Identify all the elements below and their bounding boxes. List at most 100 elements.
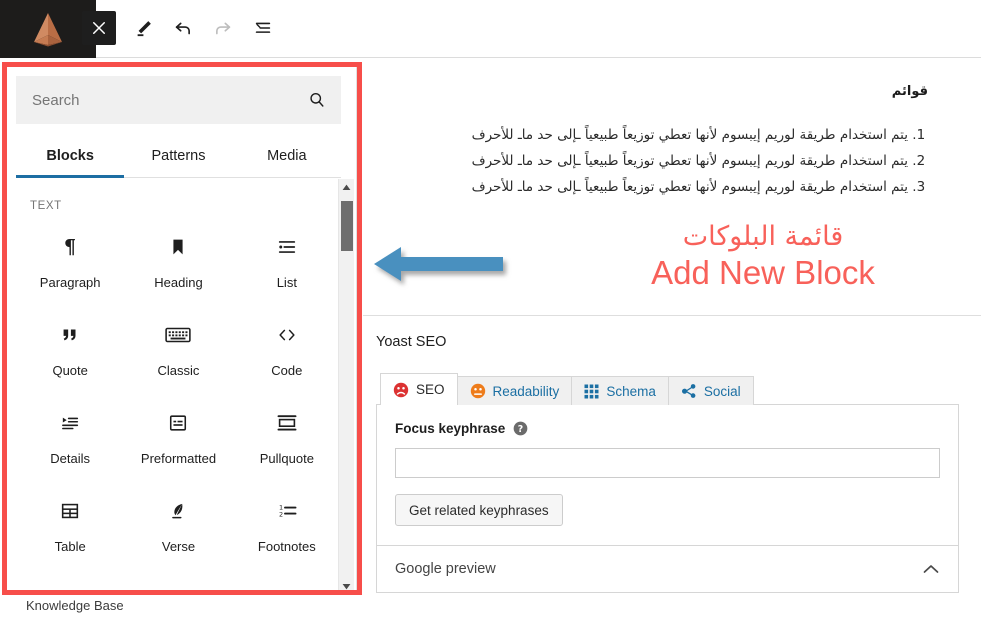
yoast-tab-label: Social <box>703 383 741 399</box>
search-input[interactable] <box>30 90 307 110</box>
yoast-tab-bar: SEO Readability Schema Social <box>380 373 959 405</box>
help-question-icon[interactable]: ? <box>513 421 528 436</box>
yoast-tab-seo[interactable]: SEO <box>380 373 458 405</box>
list-icon <box>275 232 299 262</box>
block-item-preformatted[interactable]: Preformatted <box>124 398 232 474</box>
block-label: Verse <box>161 539 196 554</box>
block-label: Paragraph <box>39 275 101 290</box>
post-heading: قوائم <box>891 84 928 99</box>
redo-icon <box>216 22 231 35</box>
yoast-tab-label: Readability <box>492 383 560 399</box>
readability-face-ok-icon <box>470 383 486 399</box>
edit-tool-button[interactable] <box>124 9 162 47</box>
block-label: Footnotes <box>257 539 316 554</box>
scroll-down-arrow-icon[interactable] <box>339 578 354 590</box>
block-label: Preformatted <box>140 451 217 466</box>
block-item-heading[interactable]: Heading <box>124 222 232 298</box>
paragraph-icon: ¶ <box>59 232 81 262</box>
block-label: Classic <box>157 363 200 378</box>
block-item-paragraph[interactable]: ¶ Paragraph <box>16 222 124 298</box>
block-search-field[interactable] <box>16 76 341 124</box>
scroll-up-arrow-icon[interactable] <box>339 179 354 195</box>
google-preview-accordion[interactable]: Google preview <box>376 546 959 593</box>
inserter-scrollbar[interactable] <box>338 179 354 590</box>
table-icon <box>59 496 81 526</box>
list-view-icon <box>255 22 271 33</box>
block-label: Code <box>271 363 303 378</box>
preformatted-icon <box>167 408 189 438</box>
pullquote-icon <box>275 408 299 438</box>
quote-icon <box>59 320 81 350</box>
annotation-english-text: Add New Block <box>651 254 875 292</box>
block-item-classic[interactable]: Classic <box>124 310 232 386</box>
content-area: قوائم يتم استخدام طريقة لوريم إيبسوم لأن… <box>363 58 981 618</box>
editor-toolbar <box>0 0 981 58</box>
block-item-list[interactable]: List <box>233 222 341 298</box>
pencil-icon <box>137 20 151 36</box>
left-arrow-annotation <box>374 247 503 281</box>
get-related-keyphrases-button[interactable]: Get related keyphrases <box>395 494 563 526</box>
google-preview-label: Google preview <box>395 561 496 577</box>
svg-text:?: ? <box>518 424 523 435</box>
schema-grid-icon <box>584 384 599 399</box>
code-brackets-icon <box>275 320 299 350</box>
tab-patterns[interactable]: Patterns <box>124 135 232 177</box>
block-item-code[interactable]: Code <box>233 310 341 386</box>
focus-keyphrase-row: Focus keyphrase ? <box>395 421 940 436</box>
scrollbar-thumb[interactable] <box>341 201 353 251</box>
block-item-verse[interactable]: Verse <box>124 486 232 562</box>
block-item-pullquote[interactable]: Pullquote <box>233 398 341 474</box>
redo-button[interactable] <box>204 9 242 47</box>
block-label: Quote <box>52 363 88 378</box>
tab-media[interactable]: Media <box>233 135 341 177</box>
yoast-seo-section: Yoast SEO SEO Readability Schema Social … <box>363 316 981 618</box>
undo-button[interactable] <box>164 9 202 47</box>
block-item-footnotes[interactable]: 1 2 Footnotes <box>233 486 341 562</box>
annotation-arabic-text: قائمة البلوكات <box>682 221 844 252</box>
block-label: List <box>276 275 297 290</box>
knowledge-base-text[interactable]: Knowledge Base <box>26 598 124 613</box>
editor-screen: Blocks Patterns Media TEXT ¶ Paragraph <box>0 0 981 618</box>
blocks-scroll-area: TEXT ¶ Paragraph Heading List Quote Clas… <box>16 179 341 582</box>
pyramid-logo-icon <box>34 13 62 47</box>
undo-icon <box>175 22 190 35</box>
focus-keyphrase-input[interactable] <box>395 448 940 478</box>
list-item: يتم استخدام طريقة لوريم إيبسوم لأنها تعط… <box>393 127 908 144</box>
close-icon <box>93 22 105 34</box>
yoast-seo-tab-panel: Focus keyphrase ? Get related keyphrases <box>376 404 959 546</box>
seo-face-bad-icon <box>393 382 409 398</box>
block-label: Heading <box>154 275 203 290</box>
search-icon[interactable] <box>307 90 327 110</box>
list-item: يتم استخدام طريقة لوريم إيبسوم لأنها تعط… <box>393 153 908 170</box>
yoast-tab-readability[interactable]: Readability <box>456 376 573 405</box>
blocks-grid: ¶ Paragraph Heading List Quote Classic C… <box>16 222 341 562</box>
yoast-tab-schema[interactable]: Schema <box>571 376 669 405</box>
inserter-tabs: Blocks Patterns Media <box>16 135 341 178</box>
yoast-tab-label: Schema <box>606 383 656 399</box>
close-inserter-button[interactable] <box>82 11 116 45</box>
yoast-tab-label: SEO <box>416 382 445 397</box>
tab-blocks[interactable]: Blocks <box>16 135 125 178</box>
yoast-section-title: Yoast SEO <box>376 334 447 350</box>
block-label: Pullquote <box>259 451 314 466</box>
yoast-tab-social[interactable]: Social <box>667 376 754 405</box>
block-item-table[interactable]: Table <box>16 486 124 562</box>
section-heading-text: TEXT <box>30 200 62 212</box>
block-label: Table <box>54 539 86 554</box>
keyboard-icon <box>165 320 192 350</box>
block-item-quote[interactable]: Quote <box>16 310 124 386</box>
block-inserter-panel: Blocks Patterns Media TEXT ¶ Paragraph <box>7 67 357 590</box>
social-share-icon <box>681 383 697 399</box>
svg-text:2: 2 <box>279 510 283 518</box>
heading-bookmark-icon <box>167 232 189 262</box>
toolbar-buttons <box>82 9 282 47</box>
focus-keyphrase-label: Focus keyphrase <box>395 421 506 436</box>
feather-icon <box>167 496 189 526</box>
block-item-details[interactable]: Details <box>16 398 124 474</box>
document-overview-button[interactable] <box>244 9 282 47</box>
footnotes-icon: 1 2 <box>275 496 299 526</box>
svg-text:¶: ¶ <box>64 236 76 258</box>
details-icon <box>58 408 82 438</box>
chevron-up-icon[interactable] <box>922 563 940 575</box>
block-label: Details <box>50 451 91 466</box>
